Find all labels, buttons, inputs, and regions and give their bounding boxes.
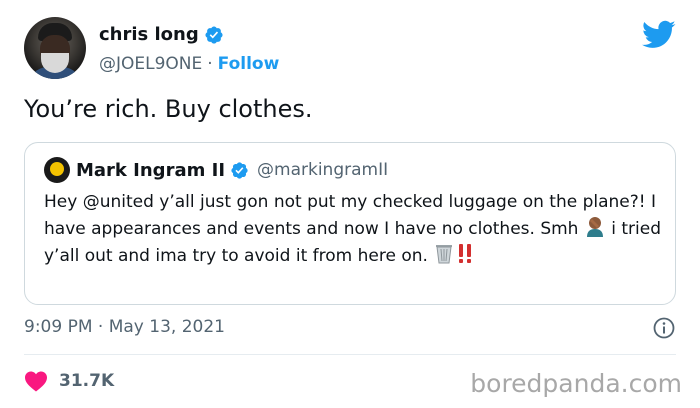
follow-button[interactable]: Follow	[218, 54, 280, 74]
tweet-header: chris long @JOEL9ONE · Follow	[24, 17, 676, 81]
tweet-text: You’re rich. Buy clothes.	[24, 95, 313, 123]
watermark: boredpanda.com	[470, 369, 682, 398]
like-button[interactable]: 31.7K	[24, 370, 114, 392]
timestamp-separator: ·	[97, 317, 104, 337]
quoted-header: Mark Ingram II @markingramII	[44, 157, 388, 183]
tweet-card: chris long @JOEL9ONE · Follow You’re ric…	[0, 0, 700, 408]
quoted-tweet[interactable]: Mark Ingram II @markingramII Hey @united…	[24, 142, 676, 305]
quoted-avatar	[44, 157, 70, 183]
author-handle-row: @JOEL9ONE · Follow	[99, 54, 279, 74]
author-avatar[interactable]	[24, 17, 86, 79]
handle-separator: ·	[207, 54, 213, 74]
quoted-handle: @markingramII	[257, 160, 389, 180]
facepalm-emoji	[586, 217, 603, 237]
tweet-date: May 13, 2021	[108, 317, 225, 337]
divider	[24, 354, 676, 355]
tweet-time: 9:09 PM	[24, 317, 93, 337]
quoted-text: Hey @united y’all just gon not put my ch…	[44, 190, 664, 269]
author-handle[interactable]: @JOEL9ONE	[99, 54, 202, 74]
info-icon[interactable]	[652, 316, 676, 340]
heart-icon	[25, 371, 47, 392]
author-name-row: chris long	[99, 24, 224, 45]
verified-badge-icon	[205, 25, 223, 44]
quoted-text-part1: Hey @united y’all just gon not put my ch…	[44, 192, 656, 239]
author-display-name[interactable]: chris long	[99, 24, 199, 45]
twitter-bird-icon[interactable]	[642, 17, 676, 51]
tweet-timestamp[interactable]: 9:09 PM · May 13, 2021	[24, 317, 225, 337]
double-exclamation-emoji	[459, 244, 472, 263]
wastebasket-emoji	[436, 245, 453, 264]
verified-badge-icon	[231, 161, 248, 179]
like-count: 31.7K	[59, 371, 115, 391]
quoted-display-name: Mark Ingram II	[76, 159, 226, 181]
